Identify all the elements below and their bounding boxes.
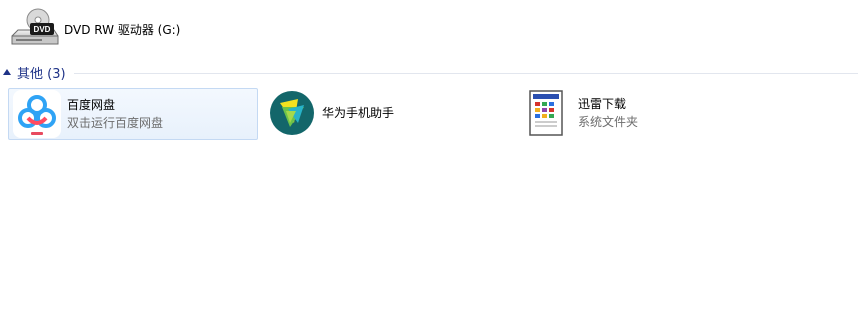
- svg-text:DVD: DVD: [34, 25, 51, 34]
- dvd-drive-item[interactable]: DVD DVD RW 驱动器 (G:): [8, 6, 228, 52]
- system-folder-icon: [524, 89, 572, 137]
- huawei-hisuite-icon: [268, 89, 316, 137]
- item-huawei-hisuite[interactable]: 华为手机助手: [264, 88, 514, 138]
- collapse-triangle-icon[interactable]: [3, 69, 11, 75]
- item-name: 华为手机助手: [322, 106, 395, 120]
- item-name: 百度网盘: [67, 98, 116, 112]
- item-name: 迅雷下载: [578, 97, 627, 111]
- item-description: 双击运行百度网盘: [67, 116, 164, 130]
- group-divider: [73, 72, 858, 74]
- group-title: 其他 (3): [17, 66, 66, 82]
- item-baidu-netdisk[interactable]: 百度网盘 双击运行百度网盘: [8, 88, 258, 140]
- group-header[interactable]: 其他 (3): [0, 62, 858, 82]
- dvd-drive-icon: DVD: [8, 6, 60, 52]
- item-description: 系统文件夹: [578, 115, 639, 129]
- dvd-drive-label: DVD RW 驱动器 (G:): [64, 22, 181, 37]
- baidu-netdisk-icon: [13, 90, 61, 138]
- item-xunlei-download[interactable]: 迅雷下载 系统文件夹: [520, 88, 770, 138]
